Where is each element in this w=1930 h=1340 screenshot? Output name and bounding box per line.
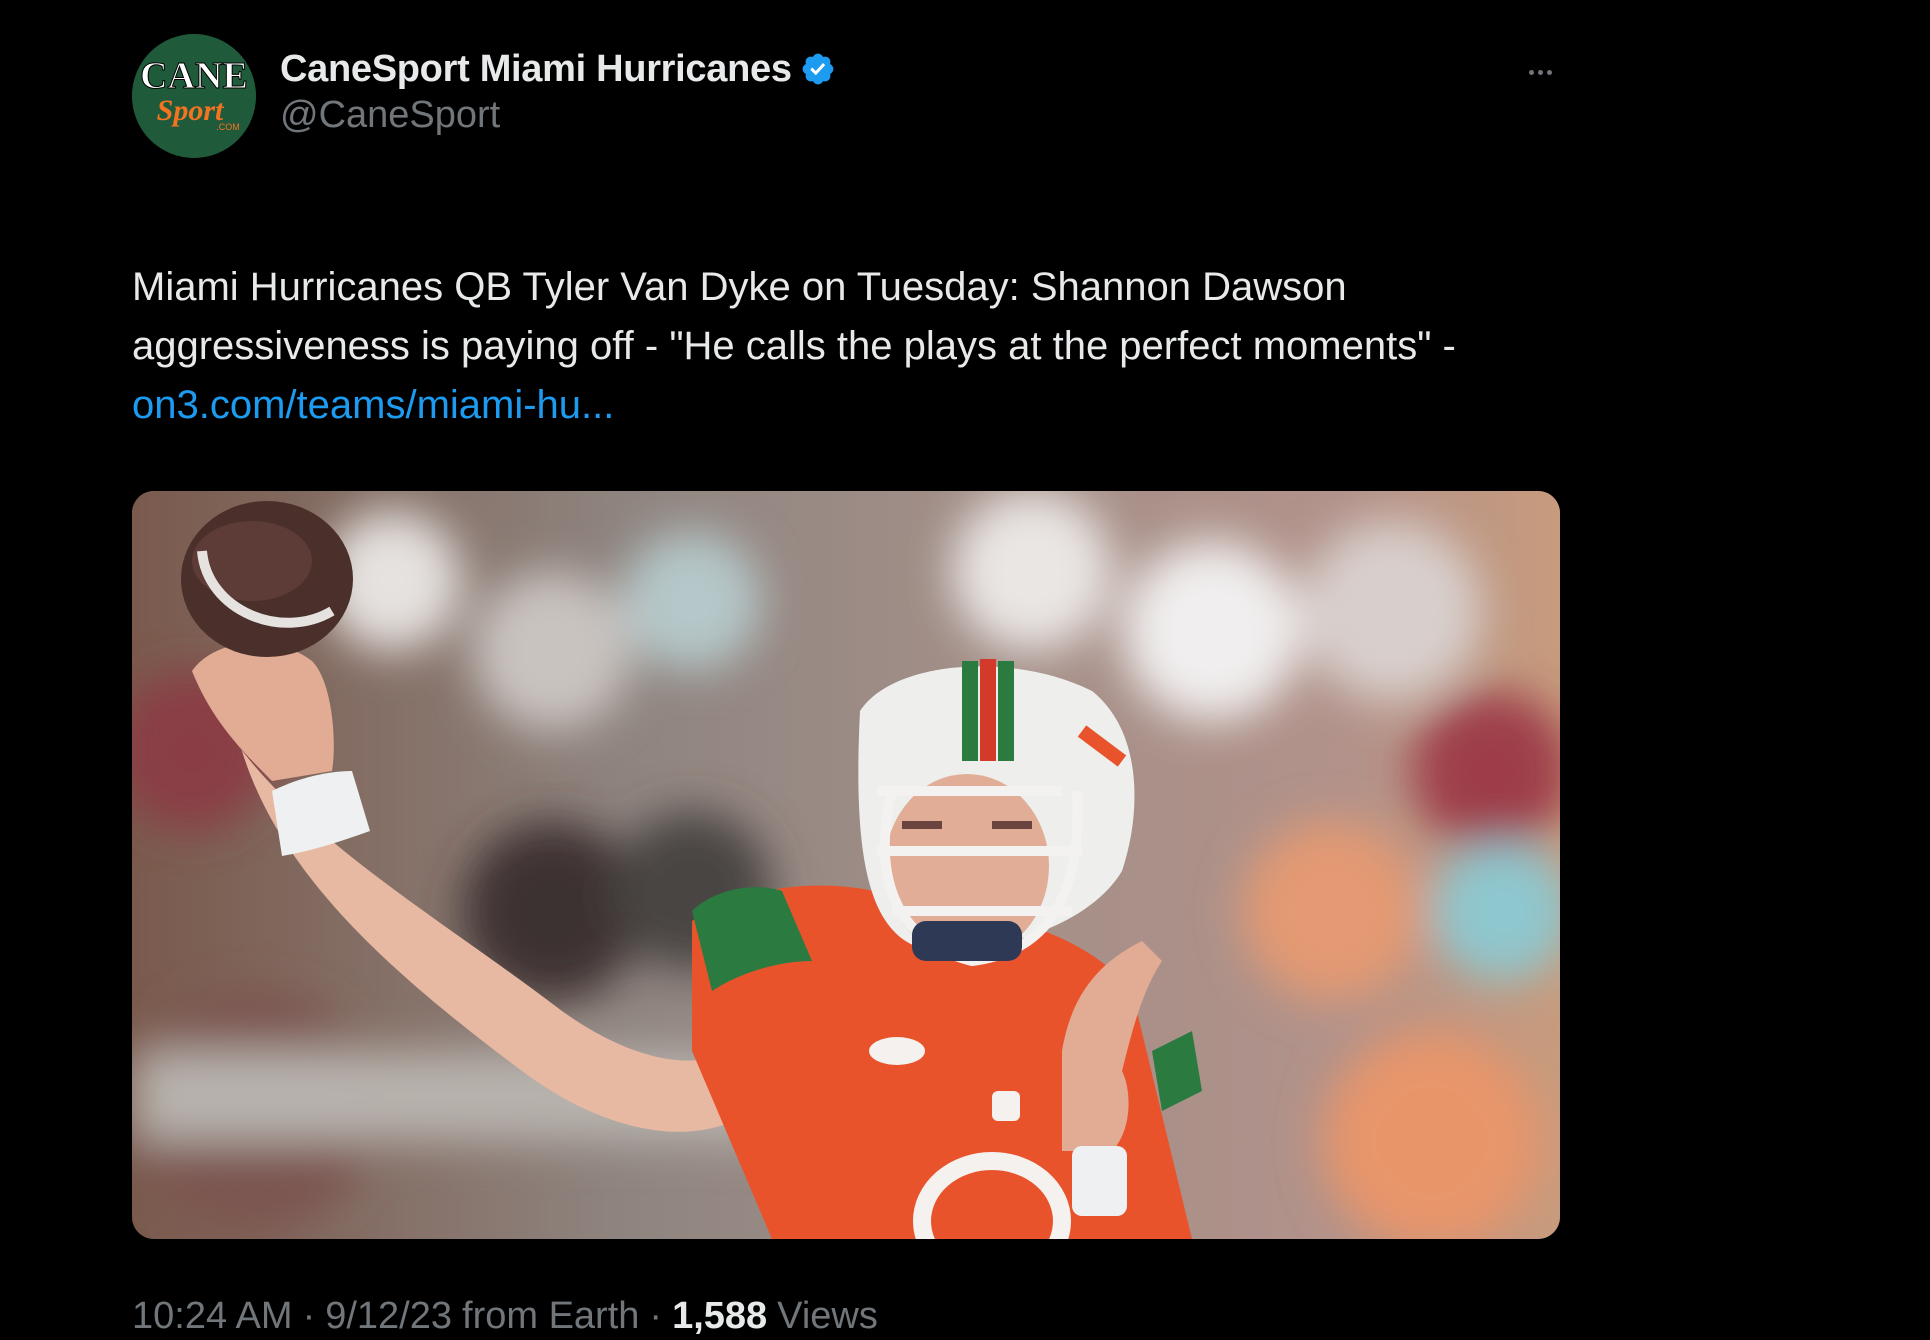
tweet-text: Miami Hurricanes QB Tyler Van Dyke on Tu…: [132, 258, 1560, 435]
display-name[interactable]: CaneSport Miami Hurricanes: [280, 48, 792, 91]
left-wristband: [1072, 1146, 1127, 1216]
football: [181, 501, 353, 657]
tweet-link[interactable]: on3.com/teams/miami-hu...: [132, 383, 614, 427]
views-count: 1,588: [672, 1295, 768, 1337]
avatar-text-top: CANE: [140, 55, 248, 97]
u-logo: [992, 1091, 1020, 1121]
tweet-meta: 10:24 AM · 9/12/23 from Earth · 1,588 Vi…: [132, 1295, 1560, 1338]
tweet-source: from Earth: [462, 1295, 640, 1337]
acc-logo: [869, 1037, 925, 1065]
tweet: CANE Sport .COM CaneSport Miami Hurrican…: [132, 34, 1560, 1338]
more-dot: [1537, 69, 1543, 75]
meta-separator: ·: [302, 1295, 316, 1337]
more-dot: [1546, 69, 1552, 75]
tweet-header: CANE Sport .COM CaneSport Miami Hurrican…: [132, 34, 1560, 160]
tweet-time[interactable]: 10:24 AM: [132, 1295, 293, 1338]
more-options-icon[interactable]: [1520, 62, 1560, 82]
avatar-text-bottom: Sport: [157, 94, 225, 127]
tweet-image[interactable]: [132, 491, 1560, 1239]
author-names: CaneSport Miami Hurricanes @CaneSport: [280, 46, 836, 137]
more-dot: [1528, 69, 1534, 75]
avatar-text-small: .COM: [216, 122, 240, 132]
avatar[interactable]: CANE Sport .COM: [132, 34, 256, 158]
handle[interactable]: @CaneSport: [280, 94, 836, 137]
tweet-body: Miami Hurricanes QB Tyler Van Dyke on Tu…: [132, 265, 1456, 368]
display-name-row: CaneSport Miami Hurricanes: [280, 46, 836, 92]
verified-badge-icon: [800, 51, 836, 87]
views-label: Views: [777, 1295, 878, 1337]
tweet-date[interactable]: 9/12/23: [325, 1295, 452, 1338]
meta-separator: ·: [649, 1295, 663, 1337]
